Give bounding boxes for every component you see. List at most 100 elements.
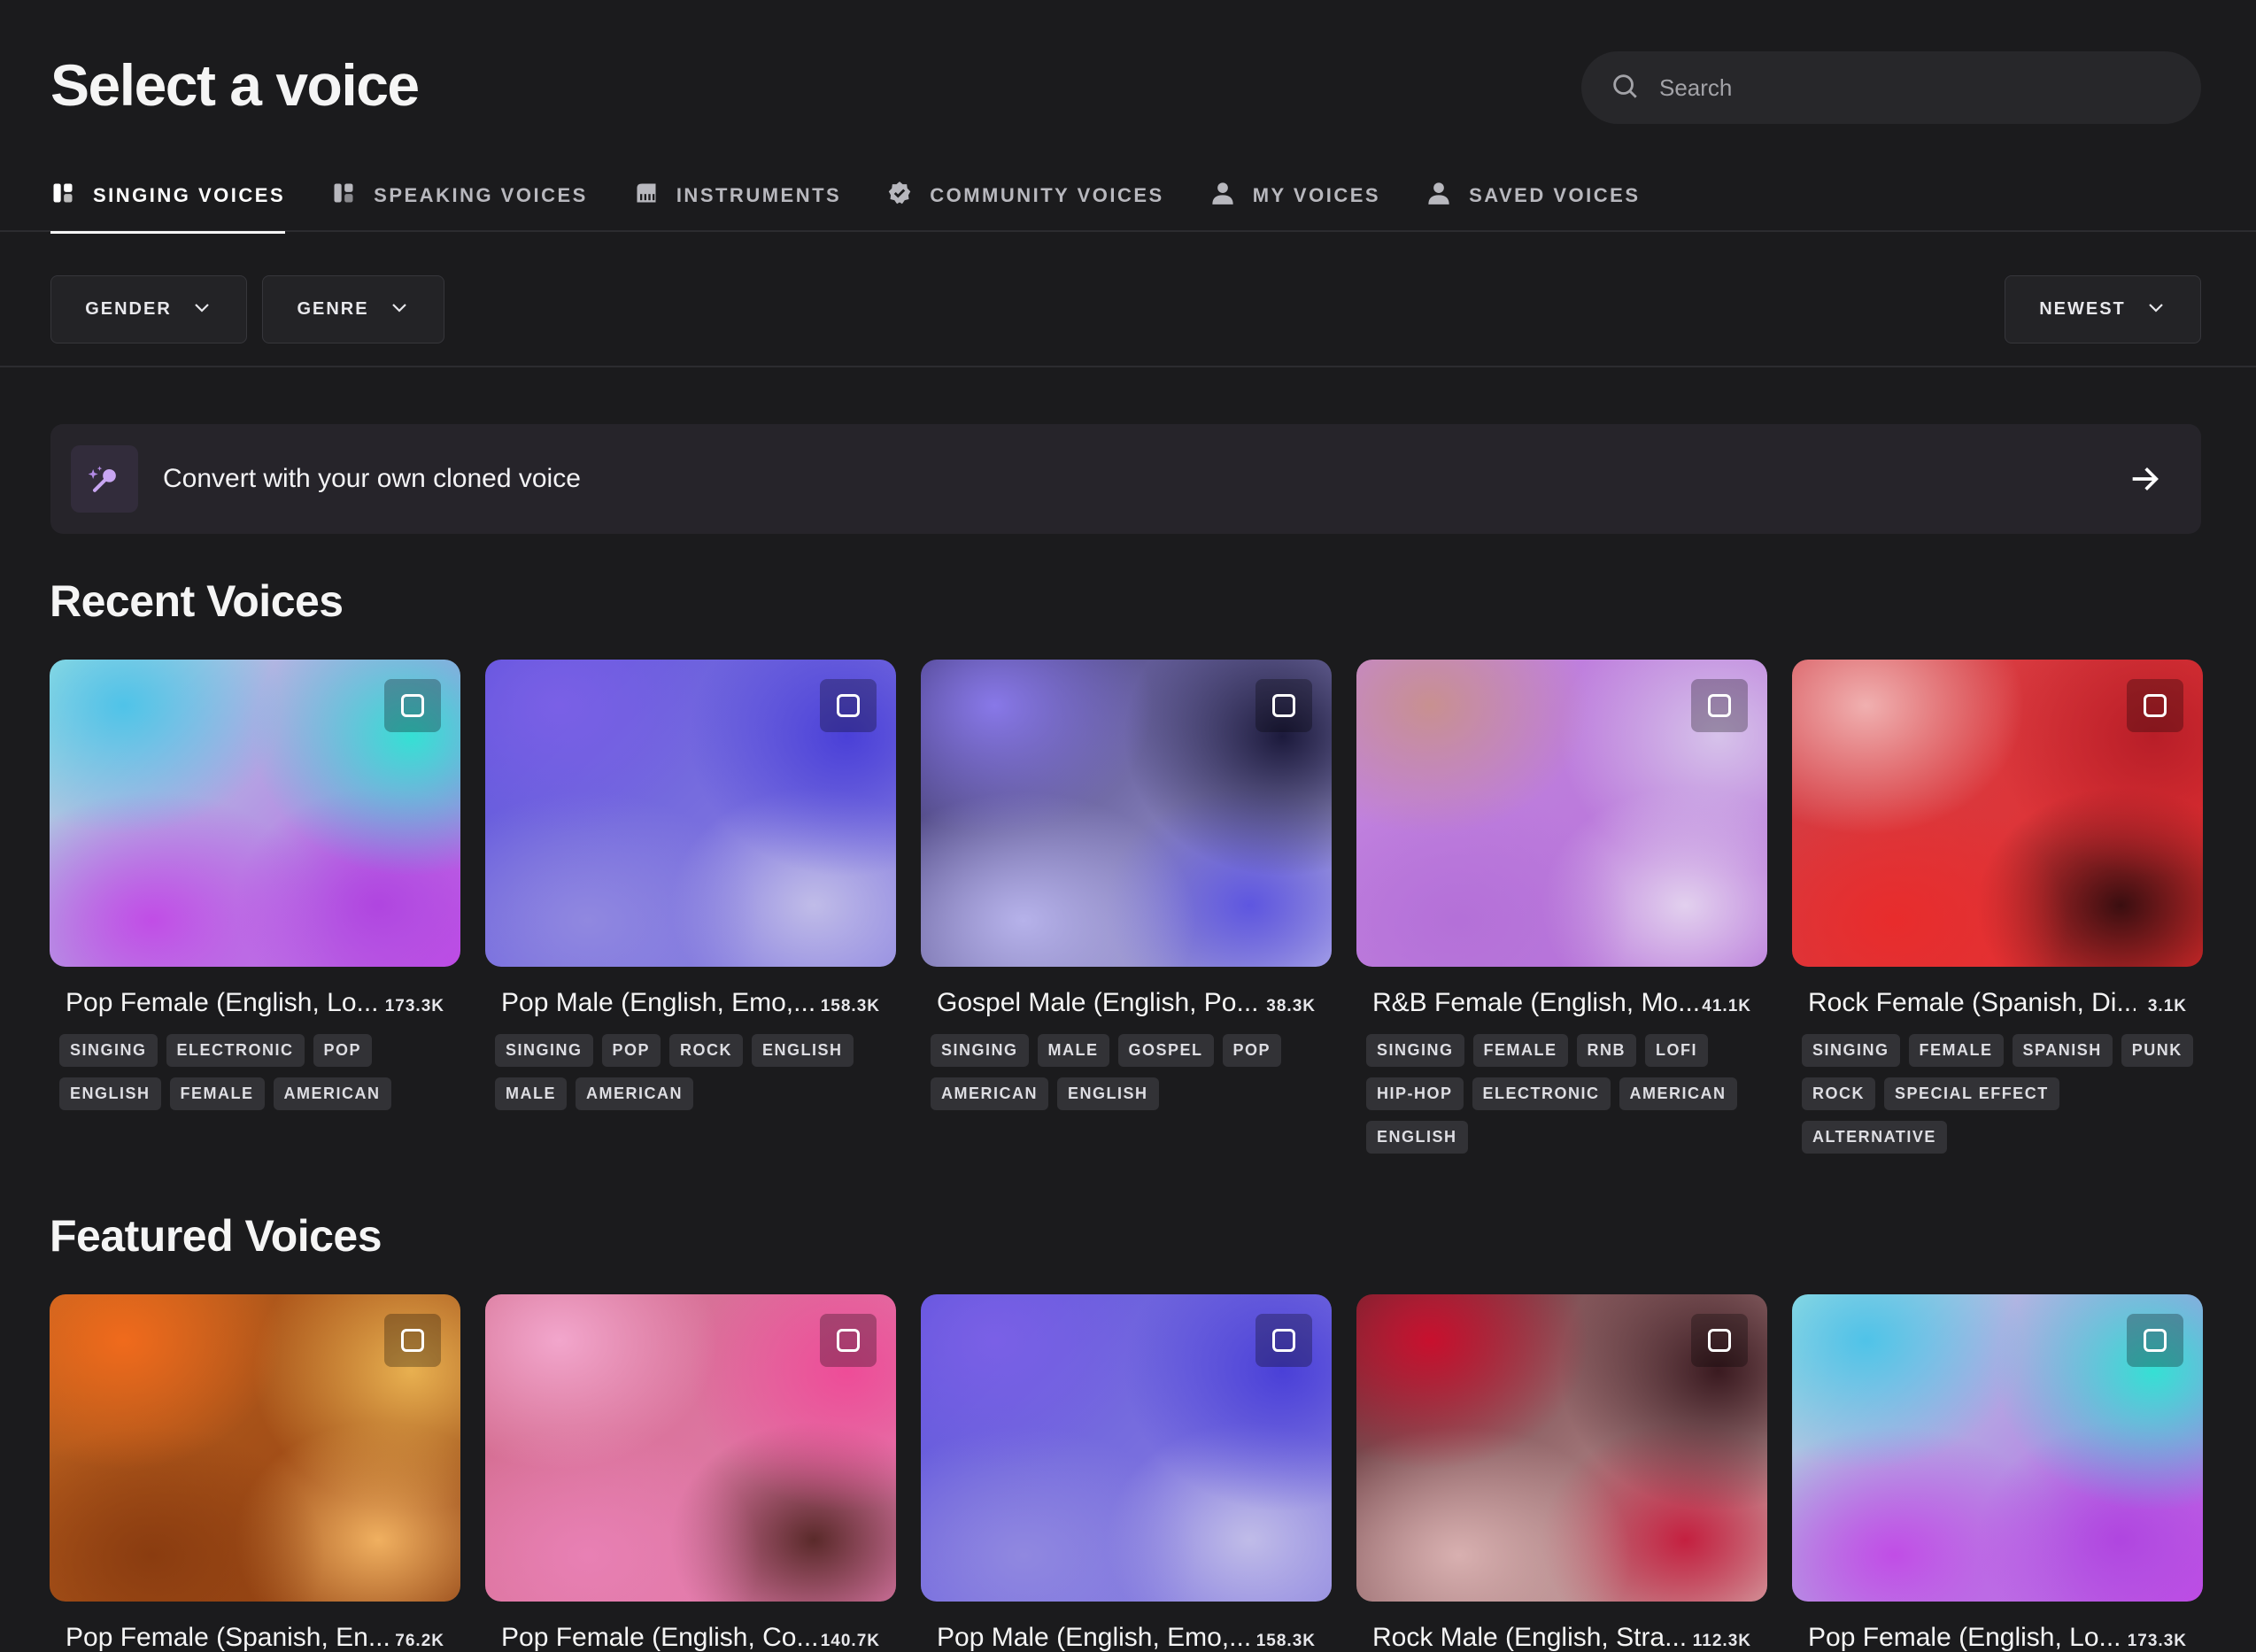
voice-meta: Pop Male (English, Emo,... 158.3K: [921, 1623, 1332, 1652]
select-checkbox[interactable]: [820, 679, 877, 732]
page-title: Select a voice: [50, 52, 420, 118]
voice-title: Rock Male (English, Stra...: [1372, 1623, 1688, 1652]
voice-category-tabs: SINGING VOICES SPEAKING VOICES INSTRUMEN…: [0, 159, 2256, 234]
voice-artwork[interactable]: [1792, 1294, 2203, 1602]
voice-tag: AMERICAN: [576, 1077, 693, 1110]
singing-voice-icon: [50, 181, 93, 211]
voice-tags: SINGING FEMALE SPANISH PUNK ROCK SPECIAL EFFE…: [1792, 1034, 2203, 1154]
checkbox-icon: [837, 694, 860, 717]
filter-bar: GENDER GENRE NEWEST: [0, 232, 2256, 367]
voice-tag: AMERICAN: [931, 1077, 1048, 1110]
voice-tag: LOFI: [1645, 1034, 1709, 1067]
voice-card[interactable]: Pop Male (English, Emo,... 158.3K SINGING P…: [485, 660, 896, 1110]
genre-filter-dropdown[interactable]: GENRE: [262, 275, 444, 344]
voice-tag: ALTERNATIVE: [1802, 1121, 1947, 1154]
checkbox-icon: [401, 694, 424, 717]
tab-my-voices[interactable]: MY VOICES: [1210, 159, 1380, 232]
voice-tag: POP: [313, 1034, 373, 1067]
sort-dropdown[interactable]: NEWEST: [2005, 275, 2201, 344]
clone-voice-banner[interactable]: Convert with your own cloned voice: [50, 424, 2201, 534]
voice-artwork[interactable]: [485, 660, 896, 967]
voice-artwork[interactable]: [50, 1294, 460, 1602]
voice-tag: ROCK: [1802, 1077, 1875, 1110]
checkbox-icon: [401, 1329, 424, 1352]
search-icon: [1610, 71, 1640, 105]
voice-tag: MALE: [495, 1077, 567, 1110]
voice-tags: SINGING POP ROCK ENGLISH MALE AMERICAN: [485, 1034, 896, 1110]
voice-card[interactable]: Rock Female (Spanish, Di... 3.1K SINGING FE…: [1792, 660, 2203, 1154]
voice-title: Pop Female (English, Lo...: [66, 988, 379, 1017]
voice-tag: MALE: [1037, 1034, 1109, 1067]
voice-card[interactable]: Gospel Male (English, Po... 38.3K SINGING M…: [921, 660, 1332, 1110]
tab-label: SINGING VOICES: [93, 184, 286, 206]
checkbox-icon: [2144, 694, 2167, 717]
select-checkbox[interactable]: [820, 1314, 877, 1367]
search-input[interactable]: [1659, 73, 2155, 102]
voice-artwork[interactable]: [1792, 660, 2203, 967]
select-checkbox[interactable]: [384, 679, 441, 732]
select-checkbox[interactable]: [1691, 679, 1748, 732]
tab-label: COMMUNITY VOICES: [930, 184, 1164, 206]
tab-saved-voices[interactable]: SAVED VOICES: [1426, 159, 1640, 232]
checkbox-icon: [1708, 1329, 1731, 1352]
tab-label: SAVED VOICES: [1469, 184, 1641, 206]
voice-usage-count: 140.7K: [820, 1632, 880, 1650]
voice-artwork[interactable]: [50, 660, 460, 967]
voice-meta: Pop Female (Spanish, En... 76.2K: [50, 1623, 460, 1652]
checkbox-icon: [1708, 694, 1731, 717]
arrow-right-icon: [2132, 467, 2159, 490]
voice-tag: ELECTRONIC: [166, 1034, 305, 1067]
piano-icon: [634, 181, 676, 211]
clone-voice-label: Convert with your own cloned voice: [163, 464, 581, 493]
person-icon: [1210, 181, 1253, 211]
genre-filter-label: GENRE: [297, 299, 369, 319]
select-checkbox[interactable]: [2127, 679, 2183, 732]
voice-usage-count: 173.3K: [2127, 1632, 2187, 1650]
voice-artwork[interactable]: [921, 660, 1332, 967]
select-checkbox[interactable]: [384, 1314, 441, 1367]
select-checkbox[interactable]: [2127, 1314, 2183, 1367]
voice-artwork[interactable]: [1356, 1294, 1767, 1602]
voice-usage-count: 38.3K: [1266, 997, 1316, 1015]
chevron-down-icon: [172, 297, 212, 323]
voice-tags: SINGING ELECTRONIC POP ENGLISH FEMALE AMERICA…: [50, 1034, 460, 1110]
voice-title: Gospel Male (English, Po...: [937, 988, 1259, 1017]
voice-card[interactable]: Pop Female (English, Lo... 173.3K: [1792, 1294, 2203, 1652]
voice-tags: SINGING FEMALE RNB LOFI HIP-HOP ELECTRONIC AME…: [1356, 1034, 1767, 1154]
tab-speaking-voices[interactable]: SPEAKING VOICES: [331, 159, 588, 232]
tab-community-voices[interactable]: COMMUNITY VOICES: [887, 159, 1164, 232]
voice-card[interactable]: Rock Male (English, Stra... 112.3K: [1356, 1294, 1767, 1652]
voice-card[interactable]: Pop Female (English, Co... 140.7K: [485, 1294, 896, 1652]
voice-artwork[interactable]: [485, 1294, 896, 1602]
gender-filter-label: GENDER: [85, 299, 172, 319]
voice-card[interactable]: Pop Female (English, Lo... 173.3K SINGING E…: [50, 660, 460, 1110]
voice-title: Pop Female (English, Co...: [501, 1623, 819, 1652]
checkbox-icon: [1272, 694, 1295, 717]
tab-instruments[interactable]: INSTRUMENTS: [634, 159, 841, 232]
voice-tag: ENGLISH: [1366, 1121, 1468, 1154]
gender-filter-dropdown[interactable]: GENDER: [50, 275, 247, 344]
checkbox-icon: [1272, 1329, 1295, 1352]
voice-card[interactable]: Pop Male (English, Emo,... 158.3K: [921, 1294, 1332, 1652]
voice-tag: ELECTRONIC: [1472, 1077, 1611, 1110]
checkbox-icon: [2144, 1329, 2167, 1352]
select-checkbox[interactable]: [1691, 1314, 1748, 1367]
select-checkbox[interactable]: [1255, 1314, 1312, 1367]
voice-meta: Rock Female (Spanish, Di... 3.1K: [1792, 988, 2203, 1018]
tab-singing-voices[interactable]: SINGING VOICES: [50, 159, 286, 234]
voice-tag: AMERICAN: [1619, 1077, 1737, 1110]
tab-label: SPEAKING VOICES: [374, 184, 588, 206]
voice-tag: FEMALE: [169, 1077, 265, 1110]
voice-artwork[interactable]: [1356, 660, 1767, 967]
sparkle-microphone-icon: [71, 445, 138, 513]
voice-card[interactable]: Pop Female (Spanish, En... 76.2K: [50, 1294, 460, 1652]
chevron-down-icon: [369, 297, 410, 323]
voice-tag: SPECIAL EFFECT: [1884, 1077, 2059, 1110]
voice-tag: FEMALE: [1908, 1034, 2004, 1067]
search-bar[interactable]: [1581, 51, 2201, 124]
speaking-voice-icon: [331, 181, 374, 211]
select-checkbox[interactable]: [1255, 679, 1312, 732]
voice-card[interactable]: R&B Female (English, Mo... 41.1K SINGING FE…: [1356, 660, 1767, 1154]
voice-artwork[interactable]: [921, 1294, 1332, 1602]
voice-usage-count: 3.1K: [2147, 997, 2187, 1015]
